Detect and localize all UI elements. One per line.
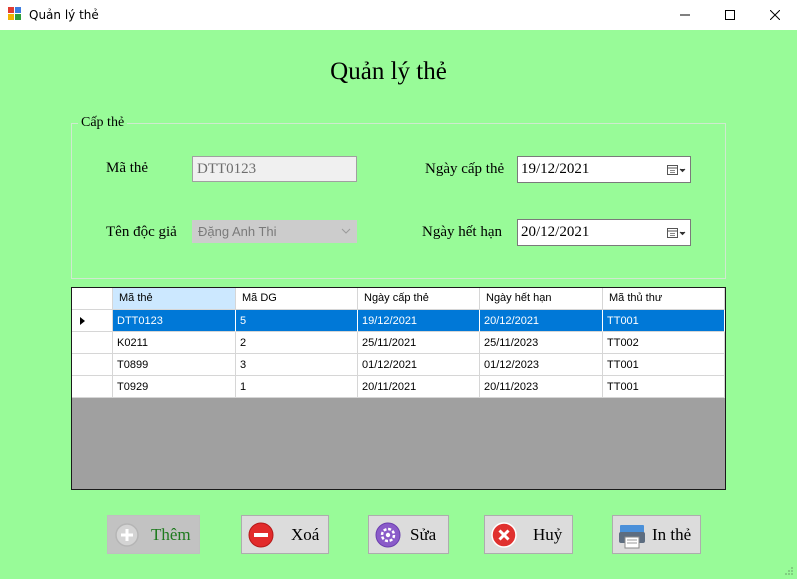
table-cell[interactable]: 19/12/2021 <box>358 310 480 332</box>
table-cell[interactable]: 25/11/2023 <box>480 332 603 354</box>
row-header[interactable] <box>72 332 113 354</box>
table-cell[interactable]: 20/11/2021 <box>358 376 480 398</box>
window-title: Quản lý thẻ <box>29 8 99 22</box>
ma-the-label: Mã thẻ <box>106 160 149 176</box>
table-row[interactable]: K0211 2 25/11/2021 25/11/2023 TT002 <box>72 332 725 354</box>
row-header[interactable] <box>72 310 113 332</box>
plus-icon <box>115 523 139 547</box>
close-button[interactable] <box>752 0 797 30</box>
page-title: Quản lý thẻ <box>330 58 447 85</box>
printer-icon <box>619 525 645 549</box>
cancel-button[interactable]: Huỷ <box>484 515 573 554</box>
column-header[interactable]: Mã thủ thư <box>603 288 725 310</box>
current-row-arrow-icon <box>80 317 85 325</box>
ngay-cap-datepicker[interactable]: 19/12/2021 <box>517 156 691 183</box>
table-cell[interactable]: 20/11/2023 <box>480 376 603 398</box>
table-cell[interactable]: TT001 <box>603 310 725 332</box>
table-cell[interactable]: 01/12/2023 <box>480 354 603 376</box>
table-cell[interactable]: TT002 <box>603 332 725 354</box>
table-row[interactable]: T0929 1 20/11/2021 20/11/2023 TT001 <box>72 376 725 398</box>
ngay-het-han-label: Ngày hết hạn <box>422 224 502 240</box>
chevron-down-icon <box>341 228 351 234</box>
table-cell[interactable]: 3 <box>236 354 358 376</box>
delete-button-label: Xoá <box>291 525 320 544</box>
table-cell[interactable]: TT001 <box>603 354 725 376</box>
grid-header: Mã thẻ Mã DG Ngày cấp thẻ Ngày hết hạn M… <box>72 288 725 310</box>
table-cell[interactable]: 2 <box>236 332 358 354</box>
column-header[interactable]: Mã thẻ <box>113 288 236 310</box>
gear-icon <box>375 522 401 548</box>
table-cell[interactable]: K0211 <box>113 332 236 354</box>
table-cell[interactable]: 5 <box>236 310 358 332</box>
edit-button[interactable]: Sửa <box>368 515 449 554</box>
column-header[interactable]: Ngày cấp thẻ <box>358 288 480 310</box>
calendar-icon[interactable] <box>666 163 686 177</box>
ma-the-field[interactable]: DTT0123 <box>192 156 357 182</box>
app-icon <box>8 7 22 21</box>
minimize-button[interactable] <box>662 0 708 30</box>
add-button-label: Thêm <box>151 525 191 544</box>
resize-grip-icon[interactable] <box>784 566 794 576</box>
groupbox-legend: Cấp thẻ <box>78 115 128 131</box>
minimize-icon <box>680 14 690 16</box>
table-cell[interactable]: 25/11/2021 <box>358 332 480 354</box>
maximize-icon <box>725 10 735 20</box>
add-button[interactable]: Thêm <box>107 515 200 554</box>
ten-doc-gia-select[interactable]: Đặng Anh Thi <box>192 220 357 243</box>
cards-datagrid[interactable]: Mã thẻ Mã DG Ngày cấp thẻ Ngày hết hạn M… <box>71 287 726 490</box>
cancel-button-label: Huỷ <box>533 525 563 544</box>
maximize-button[interactable] <box>707 0 753 30</box>
ten-doc-gia-value: Đặng Anh Thi <box>198 224 277 239</box>
ngay-cap-value: 19/12/2021 <box>521 161 590 177</box>
ten-doc-gia-label: Tên độc giả <box>106 224 177 240</box>
delete-button[interactable]: Xoá <box>241 515 329 554</box>
row-header[interactable] <box>72 354 113 376</box>
table-cell[interactable]: TT001 <box>603 376 725 398</box>
table-cell[interactable]: DTT0123 <box>113 310 236 332</box>
table-cell[interactable]: T0899 <box>113 354 236 376</box>
table-row[interactable]: DTT0123 5 19/12/2021 20/12/2021 TT001 <box>72 310 725 332</box>
table-cell[interactable]: 20/12/2021 <box>480 310 603 332</box>
column-header[interactable]: Mã DG <box>236 288 358 310</box>
row-header[interactable] <box>72 376 113 398</box>
ngay-cap-label: Ngày cấp thẻ <box>425 161 505 177</box>
print-card-button-label: In thẻ <box>652 525 692 544</box>
table-cell[interactable]: 1 <box>236 376 358 398</box>
ngay-het-han-value: 20/12/2021 <box>521 224 590 240</box>
card-groupbox <box>71 123 726 279</box>
minus-icon <box>248 522 274 548</box>
table-cell[interactable]: T0929 <box>113 376 236 398</box>
ngay-het-han-datepicker[interactable]: 20/12/2021 <box>517 219 691 246</box>
edit-button-label: Sửa <box>410 525 437 544</box>
grid-corner <box>72 288 113 310</box>
table-cell[interactable]: 01/12/2021 <box>358 354 480 376</box>
title-bar: Quản lý thẻ <box>0 0 797 30</box>
calendar-icon[interactable] <box>666 226 686 240</box>
print-card-button[interactable]: In thẻ <box>612 515 701 554</box>
close-icon <box>770 10 780 20</box>
cancel-icon <box>491 522 517 548</box>
table-row[interactable]: T0899 3 01/12/2021 01/12/2023 TT001 <box>72 354 725 376</box>
column-header[interactable]: Ngày hết hạn <box>480 288 603 310</box>
